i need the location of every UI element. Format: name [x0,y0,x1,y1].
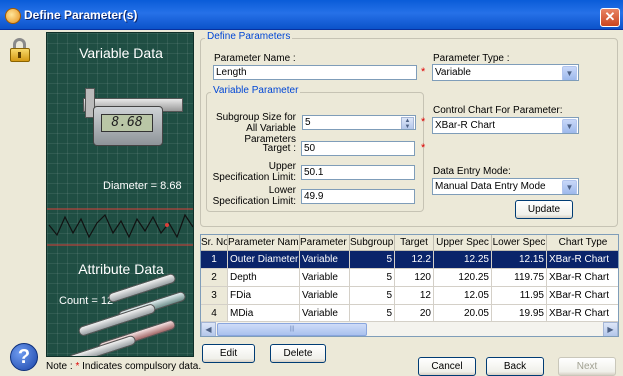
column-header-upper-spec[interactable]: Upper Spec [434,235,492,251]
row-number: 1 [201,251,228,269]
table-row[interactable]: 3 FDia Variable 5 12 12.05 11.95 XBar-R … [201,287,618,305]
update-button[interactable]: Update [515,200,573,219]
upper-spec-label: Upper Specification Limit: [212,161,296,183]
column-header-target[interactable]: Target [395,235,434,251]
help-icon[interactable]: ? [10,343,38,371]
note-prefix: Note : [46,361,73,372]
close-button[interactable]: ✕ [600,8,620,27]
variable-data-title: Variable Data [79,45,163,61]
cell-lower-spec[interactable]: 12.15 [492,251,547,269]
cell-upper-spec[interactable]: 12.05 [434,287,492,305]
app-icon [5,8,21,24]
parameter-name-input[interactable]: Length [213,65,417,80]
control-chart-value: XBar-R Chart [435,120,496,131]
cell-subgroup-size[interactable]: 5 [350,269,395,287]
window-title: Define Parameter(s) [24,8,138,22]
next-button[interactable]: Next [558,357,616,376]
spinner-arrows-icon[interactable]: ▲ ▼ [401,117,414,129]
cell-upper-spec[interactable]: 12.25 [434,251,492,269]
variable-parameter-legend: Variable Parameter [211,85,301,96]
scroll-left-icon[interactable]: ◀ [201,322,216,336]
row-number: 3 [201,287,228,305]
data-entry-mode-value: Manual Data Entry Mode [435,181,546,192]
cell-parameter-type[interactable]: Variable [300,251,350,269]
column-header-sr[interactable]: Sr. No. [201,235,228,251]
cell-parameter-name[interactable]: FDia [228,287,300,305]
required-marker: * [421,116,426,128]
subgroup-size-spinner[interactable]: 5 ▲ ▼ [302,115,416,130]
scroll-right-icon[interactable]: ▶ [603,322,618,336]
cell-parameter-name[interactable]: Outer Diameter [228,251,300,269]
scroll-thumb[interactable]: ||| [217,323,367,336]
lock-icon [9,38,31,62]
diameter-text: Diameter = 8.68 [103,180,182,192]
subgroup-size-label: Subgroup Size for All Variable Parameter… [215,112,296,145]
cell-target[interactable]: 12 [395,287,434,305]
pin-gauge-illustration [67,334,137,356]
subgroup-size-value: 5 [305,117,311,128]
parameter-type-label: Parameter Type : [433,53,510,64]
chevron-down-icon[interactable]: ▼ [562,119,577,133]
column-header-chart-type[interactable]: Chart Type [547,235,618,251]
cell-subgroup-size[interactable]: 5 [350,251,395,269]
cell-parameter-type[interactable]: Variable [300,287,350,305]
column-header-lower-spec[interactable]: Lower Spec [492,235,547,251]
define-parameters-legend: Define Parameters [205,31,293,42]
parameter-type-select[interactable]: Variable ▼ [432,64,579,81]
control-chart-select[interactable]: XBar-R Chart ▼ [432,117,579,134]
lower-spec-label: Lower Specification Limit: [212,185,296,207]
cell-chart-type[interactable]: XBar-R Chart [547,251,618,269]
required-marker: * [421,142,426,154]
cell-subgroup-size[interactable]: 5 [350,287,395,305]
cell-target[interactable]: 120 [395,269,434,287]
row-number: 2 [201,269,228,287]
cell-parameter-type[interactable]: Variable [300,269,350,287]
column-header-parameter-name[interactable]: Parameter Name [228,235,300,251]
parameter-name-label: Parameter Name : [214,53,296,64]
control-chart-illustration [47,208,193,246]
caliper-illustration: 8.68 [83,88,183,158]
side-illustration-panel: Variable Data 8.68 Diameter = 8.68 Attri… [46,32,194,357]
edit-button[interactable]: Edit [202,344,255,363]
cell-lower-spec[interactable]: 119.75 [492,269,547,287]
cell-chart-type[interactable]: XBar-R Chart [547,269,618,287]
table-row[interactable]: 2 Depth Variable 5 120 120.25 119.75 XBa… [201,269,618,287]
lower-spec-input[interactable]: 49.9 [301,189,415,204]
cell-upper-spec[interactable]: 120.25 [434,269,492,287]
title-bar[interactable]: Define Parameter(s) ✕ [0,0,623,30]
cell-lower-spec[interactable]: 11.95 [492,287,547,305]
control-chart-label: Control Chart For Parameter: [433,105,563,116]
required-marker: * [421,66,426,78]
cancel-button[interactable]: Cancel [418,357,476,376]
target-input[interactable]: 50 [301,141,415,156]
horizontal-scrollbar[interactable]: ◀ ||| ▶ [201,321,618,336]
chevron-down-icon[interactable]: ▼ [562,66,577,80]
target-label: Target : [262,143,296,154]
count-text: Count = 12 [59,295,114,307]
delete-button[interactable]: Delete [270,344,326,363]
data-entry-mode-select[interactable]: Manual Data Entry Mode ▼ [432,178,579,195]
column-header-parameter-type[interactable]: Parameter Type [300,235,350,251]
chevron-down-icon[interactable]: ▼ [562,180,577,194]
cell-parameter-name[interactable]: Depth [228,269,300,287]
required-marker: * [75,361,80,372]
cell-target[interactable]: 12.2 [395,251,434,269]
table-row[interactable]: 1 Outer Diameter Variable 5 12.2 12.25 1… [201,251,618,269]
upper-spec-input[interactable]: 50.1 [301,165,415,180]
compulsory-note: Note : * Indicates compulsory data. [46,361,201,372]
data-entry-mode-label: Data Entry Mode: [433,166,511,177]
back-button[interactable]: Back [486,357,544,376]
note-text: Indicates compulsory data. [82,361,202,372]
caliper-reading: 8.68 [101,114,153,132]
cell-chart-type[interactable]: XBar-R Chart [547,287,618,305]
parameter-table: Sr. No. Parameter Name Parameter Type Su… [200,234,619,337]
column-header-subgroup-size[interactable]: Subgroup Size [350,235,395,251]
parameter-type-value: Variable [435,67,471,78]
